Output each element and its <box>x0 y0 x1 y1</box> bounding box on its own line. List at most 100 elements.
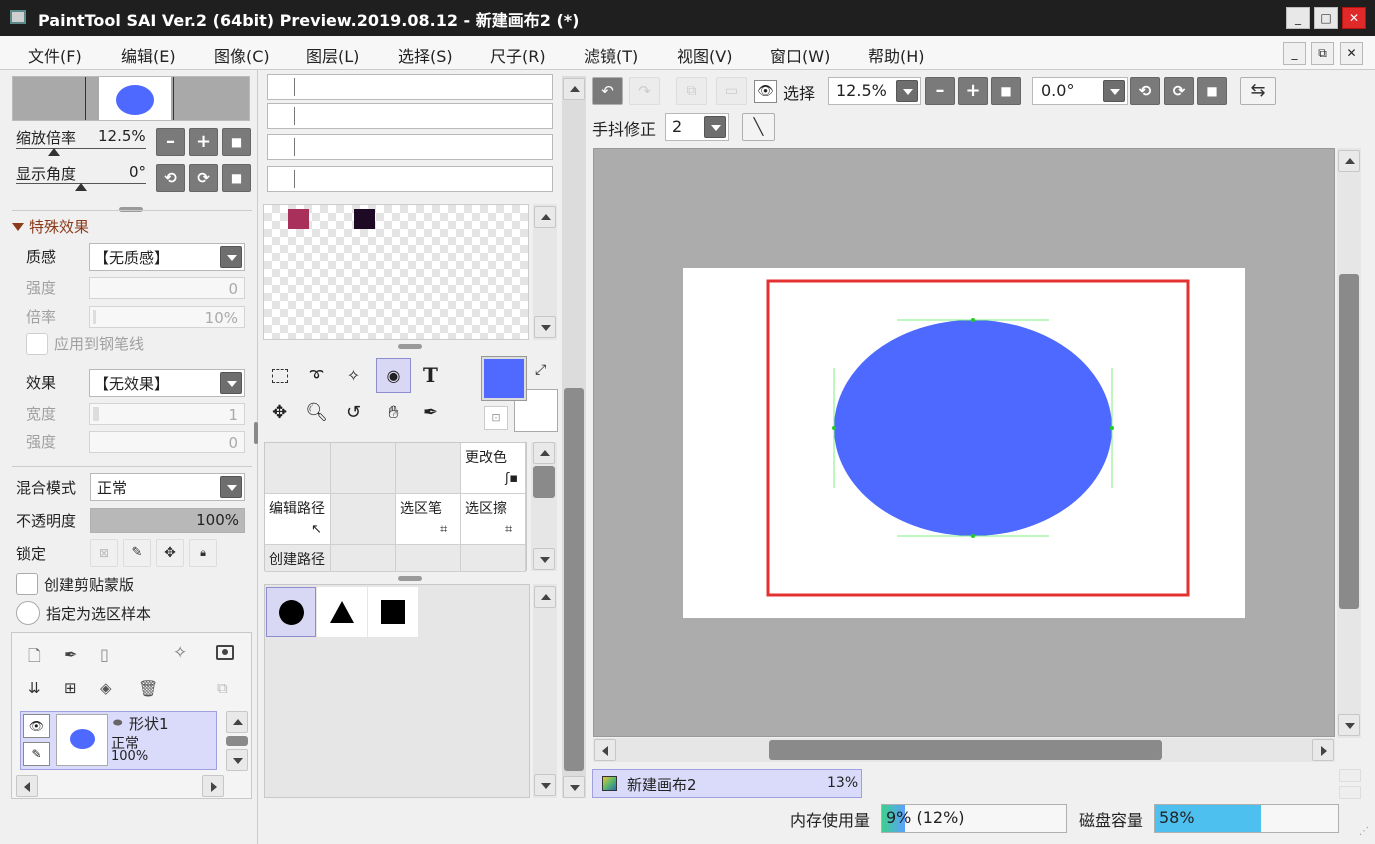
canvas-scroll-right[interactable] <box>1312 739 1334 761</box>
tool-grid-resize-handle[interactable] <box>398 576 422 581</box>
zoom-reset-button[interactable]: ■ <box>222 128 251 156</box>
angle-slider-handle[interactable] <box>75 183 87 191</box>
dropdown-arrow-icon[interactable] <box>704 116 726 138</box>
lasso-tool[interactable]: ➰︎ <box>299 358 334 393</box>
canvas-zoom-out-button[interactable]: – <box>925 77 955 105</box>
merge-down-icon[interactable]: ⇊ <box>28 679 41 697</box>
tool-grid-scroll-up[interactable] <box>533 442 555 464</box>
brush-slider-2[interactable] <box>267 103 553 129</box>
tool-grid-cell[interactable] <box>331 494 396 545</box>
middle-scroll-thumb[interactable] <box>564 388 584 771</box>
clipping-mask-checkbox[interactable] <box>16 573 38 595</box>
square-shape-option[interactable] <box>368 587 418 637</box>
canvas-rotate-reset-button[interactable]: ■ <box>1197 77 1227 105</box>
tool-grid-cell[interactable] <box>265 443 331 494</box>
canvas-scroll-up[interactable] <box>1338 150 1360 172</box>
canvas-drawing[interactable] <box>683 268 1245 618</box>
zoom-out-button[interactable]: – <box>156 128 185 156</box>
dropdown-arrow-icon[interactable] <box>220 372 242 394</box>
rotate-reset-button[interactable]: ■ <box>222 164 251 192</box>
effects-section-title[interactable]: 特殊效果 <box>29 216 89 237</box>
canvas-vscrollbar[interactable] <box>1337 148 1361 738</box>
shape-scroll-up[interactable] <box>534 586 556 608</box>
lock-paint-icon[interactable]: ✎ <box>123 539 151 567</box>
rotate-cw-button[interactable]: ⟳ <box>189 164 218 192</box>
maximize-button[interactable]: □ <box>1314 7 1338 29</box>
change-color-tool[interactable]: 更改色 ʃ▪ <box>461 443 526 494</box>
canvas-angle-select[interactable]: 0.0° <box>1032 77 1128 105</box>
edit-path-tool[interactable]: 编辑路径 ↖ <box>265 494 331 545</box>
canvas-zoom-select[interactable]: 12.5% <box>828 77 921 105</box>
canvas-viewport[interactable] <box>593 148 1335 737</box>
mdi-restore-button[interactable]: ⧉ <box>1311 42 1334 65</box>
pen-icon[interactable]: ✎ <box>23 742 50 766</box>
resize-grip-icon[interactable]: ⋰ <box>1359 826 1369 837</box>
shape-tool[interactable]: ◉ <box>376 358 411 393</box>
canvas-hscrollbar[interactable] <box>593 738 1335 762</box>
effect-select[interactable]: 【无效果】 <box>89 369 245 397</box>
rect-select-tool[interactable] <box>262 358 297 393</box>
zoom-tool[interactable]: 🔍︎ <box>299 395 334 430</box>
layer-row[interactable]: 👁︎ ✎ ⬬ 形状1 正常 100% <box>20 711 217 770</box>
menu-window[interactable]: 窗口(W) <box>770 43 830 67</box>
collapse-arrow-icon[interactable] <box>12 223 24 231</box>
layer-scroll-right[interactable] <box>202 775 224 797</box>
visibility-eye-icon[interactable]: 👁︎ <box>23 714 50 738</box>
brush-slider-3[interactable] <box>267 134 553 160</box>
menu-file[interactable]: 文件(F) <box>28 43 82 67</box>
palette-scrollbar[interactable] <box>533 204 557 340</box>
mdi-minimize-button[interactable]: _ <box>1283 42 1306 65</box>
dropdown-arrow-icon[interactable] <box>896 80 918 102</box>
canvas-zoom-reset-button[interactable]: ■ <box>991 77 1021 105</box>
layer-scroll-down[interactable] <box>226 749 248 771</box>
create-path-tool[interactable]: 创建路径 <box>265 545 331 572</box>
palette-swatch-1[interactable] <box>288 209 309 229</box>
canvas-scroll-left[interactable] <box>594 739 616 761</box>
color-palette[interactable] <box>263 204 529 340</box>
tool-grid-scroll-down[interactable] <box>533 548 555 570</box>
tab-scroll-down[interactable] <box>1339 786 1361 799</box>
circle-shape-option[interactable] <box>266 587 316 637</box>
menu-edit[interactable]: 编辑(E) <box>121 43 176 67</box>
text-tool[interactable]: T <box>413 358 448 393</box>
rotate-tool[interactable]: ↺ <box>336 395 371 430</box>
magic-wand-tool[interactable]: ✧ <box>336 358 371 393</box>
navigator-preview[interactable] <box>12 76 250 121</box>
canvas-vscroll-thumb[interactable] <box>1339 274 1359 609</box>
layer-mask-icon[interactable] <box>216 645 234 660</box>
tool-grid-scroll-thumb[interactable] <box>533 466 555 498</box>
palette-scroll-down[interactable] <box>534 316 556 338</box>
palette-swatch-2[interactable] <box>354 209 375 229</box>
trash-icon[interactable]: 🗑︎ <box>138 679 158 698</box>
lock-transparency-icon[interactable]: ⊠ <box>90 539 118 567</box>
menu-view[interactable]: 视图(V) <box>677 43 732 67</box>
tool-grid-cell[interactable] <box>331 545 396 572</box>
layer-scroll-left[interactable] <box>16 775 38 797</box>
tool-grid-cell[interactable] <box>396 443 461 494</box>
tool-grid-cell[interactable] <box>461 545 526 572</box>
panel-splitter-handle[interactable] <box>254 422 258 444</box>
canvas-rotate-cw-button[interactable]: ⟳ <box>1164 77 1194 105</box>
triangle-shape-option[interactable] <box>317 587 367 637</box>
dropdown-arrow-icon[interactable] <box>220 476 242 498</box>
tool-grid-scrollbar[interactable] <box>531 442 557 571</box>
texture-select[interactable]: 【无质感】 <box>89 243 245 271</box>
zoom-slider-handle[interactable] <box>48 148 60 156</box>
canvas-zoom-in-button[interactable]: + <box>958 77 988 105</box>
minimize-button[interactable]: _ <box>1286 7 1310 29</box>
dropdown-arrow-icon[interactable] <box>1103 80 1125 102</box>
palette-resize-handle[interactable] <box>398 344 422 349</box>
new-pen-layer-icon[interactable]: ✒ <box>64 645 77 664</box>
hand-tool[interactable]: ✋︎ <box>376 395 411 430</box>
lock-move-icon[interactable]: ✥ <box>156 539 184 567</box>
stabilizer-select[interactable]: 2 <box>665 113 729 141</box>
zoom-slider[interactable] <box>16 148 146 149</box>
layer-scroll-up[interactable] <box>226 711 248 733</box>
tool-grid-cell[interactable] <box>331 443 396 494</box>
menu-help[interactable]: 帮助(H) <box>868 43 925 67</box>
rotate-ccw-button[interactable]: ⟲ <box>156 164 185 192</box>
shape-layer-icon[interactable]: ✧ <box>173 643 187 663</box>
shape-scrollbar[interactable] <box>533 584 557 798</box>
menu-select[interactable]: 选择(S) <box>398 43 453 67</box>
tab-scroll-up[interactable] <box>1339 769 1361 782</box>
